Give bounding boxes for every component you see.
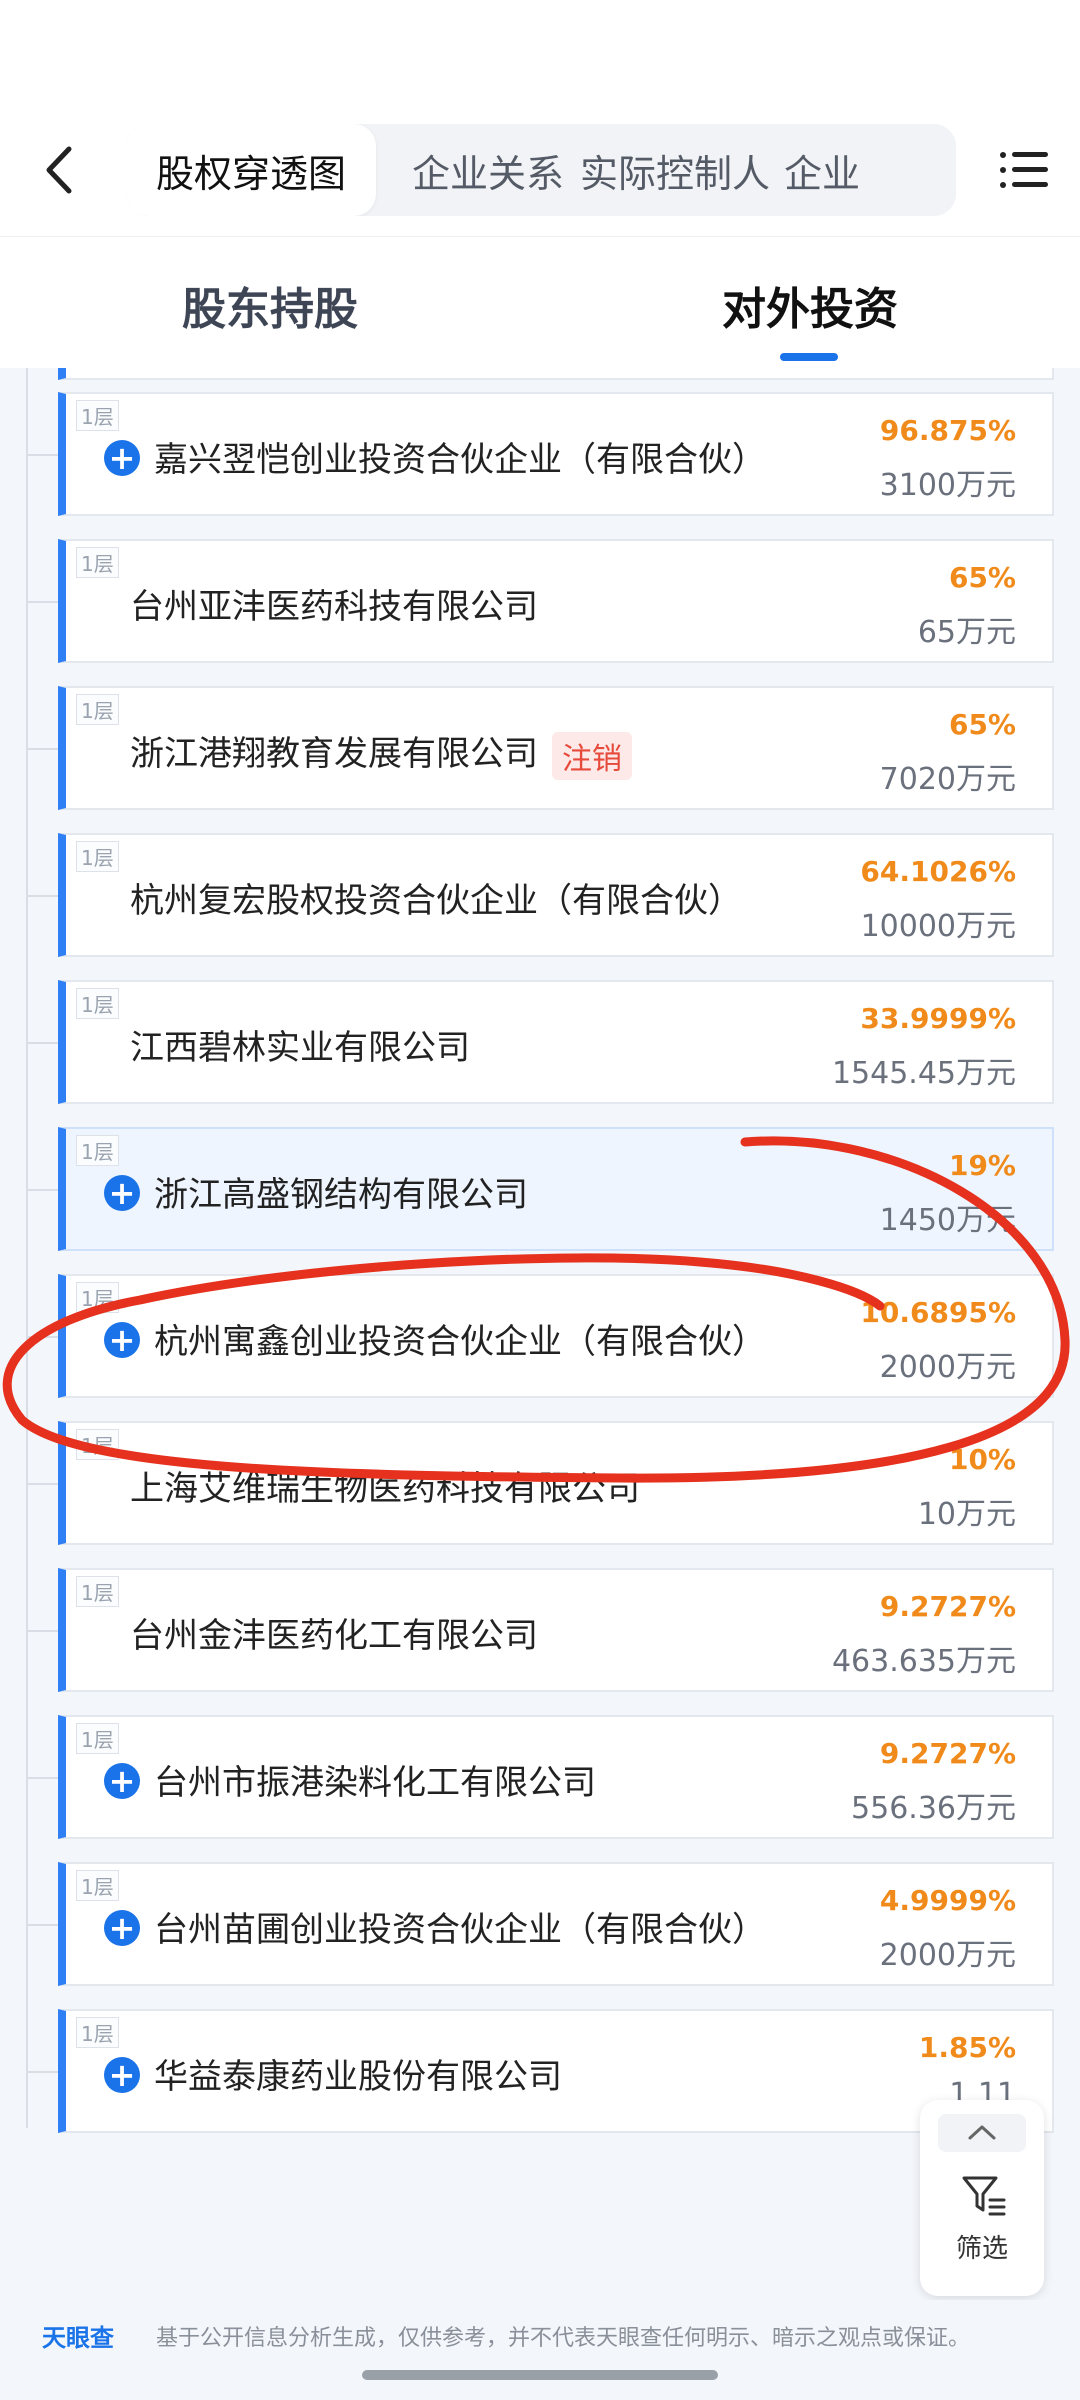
disclaimer-text: 基于公开信息分析生成，仅供参考，并不代表天眼查任何明示、暗示之观点或保证。: [156, 2326, 971, 2351]
chevron-up-icon: [968, 2125, 996, 2140]
red-circle-annotation: [2, 1136, 1070, 1483]
filter-label[interactable]: 筛选: [920, 2228, 1044, 2265]
tianyancha-logo: 天眼查: [42, 2324, 114, 2352]
home-indicator: [362, 2370, 718, 2380]
footer: 天眼查 基于公开信息分析生成，仅供参考，并不代表天眼查任何明示、暗示之观点或保证…: [0, 2300, 1080, 2400]
scroll-top-button[interactable]: [938, 2114, 1026, 2152]
filter-icon[interactable]: [960, 2172, 1008, 2220]
floating-action-panel: 筛选: [920, 2100, 1044, 2296]
